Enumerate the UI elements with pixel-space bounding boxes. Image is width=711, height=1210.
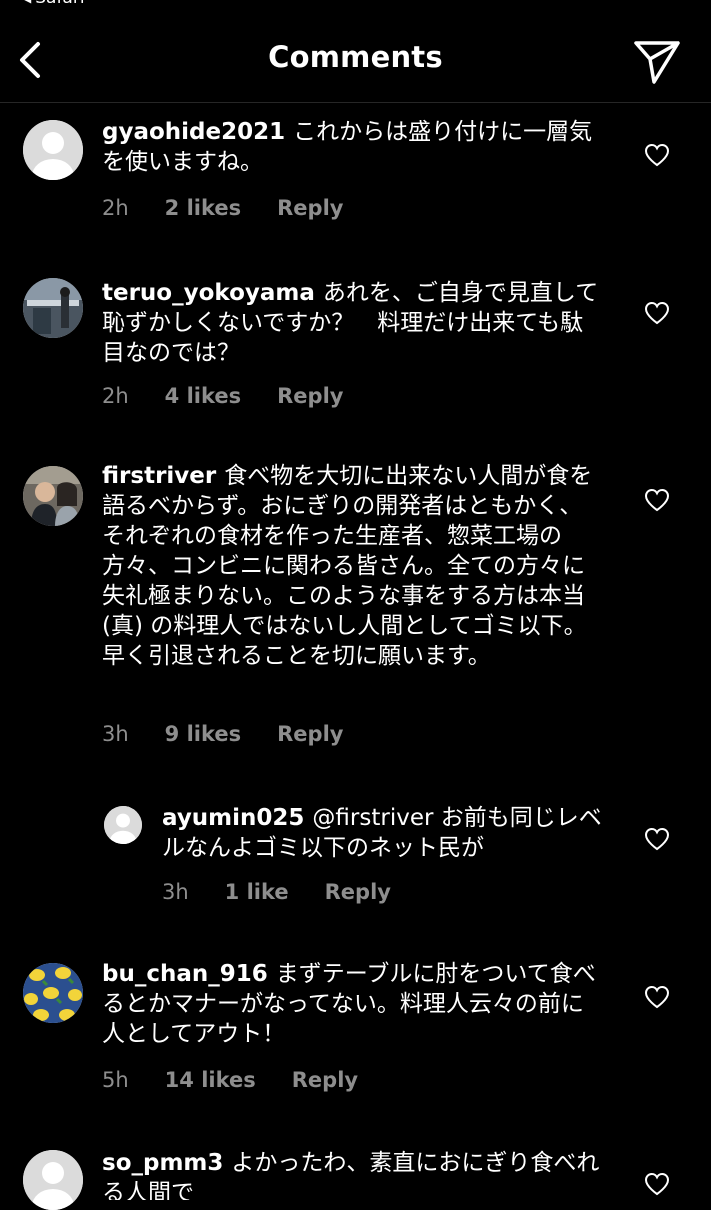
reply-button[interactable]: Reply bbox=[277, 722, 343, 746]
share-button[interactable] bbox=[632, 38, 682, 84]
heart-icon[interactable] bbox=[644, 827, 670, 851]
avatar[interactable] bbox=[23, 1150, 83, 1210]
comment-username[interactable]: so_pmm3 bbox=[102, 1150, 223, 1176]
reply-button[interactable]: Reply bbox=[277, 384, 343, 408]
comment-meta: 5h 14 likes Reply bbox=[102, 1068, 358, 1092]
comment-username[interactable]: ayumin025 bbox=[162, 805, 304, 831]
default-avatar-icon bbox=[23, 120, 83, 180]
comment-text-block: gyaohide2021 これからは盛り付けに一層気を使いますね。 bbox=[102, 117, 602, 177]
reply-button[interactable]: Reply bbox=[292, 1068, 358, 1092]
avatar[interactable] bbox=[23, 963, 83, 1023]
comment-text-block: teruo_yokoyama あれを、ご自身で見直して恥ずかしくないですか？ 料理… bbox=[102, 278, 602, 368]
header: Comments bbox=[0, 0, 711, 103]
comment-text-block: bu_chan_916 まずテーブルに肘をついて食べるとかマナーがなってない。料理… bbox=[102, 959, 602, 1049]
comment-body: 食べ物を大切に出来ない人間が食を語るべからず。おにぎりの開発者はともかく、それぞ… bbox=[102, 463, 593, 669]
reply-button[interactable]: Reply bbox=[325, 880, 391, 904]
comment-meta: 2h 4 likes Reply bbox=[102, 384, 343, 408]
comment-likes[interactable]: 14 likes bbox=[165, 1068, 256, 1092]
comment-text-block: ayumin025 @firstriver お前も同じレベルなんよゴミ以下のネット… bbox=[162, 803, 602, 863]
comment-username[interactable]: teruo_yokoyama bbox=[102, 280, 315, 306]
comment-likes[interactable]: 1 like bbox=[225, 880, 289, 904]
comment-username[interactable]: gyaohide2021 bbox=[102, 119, 285, 145]
avatar[interactable] bbox=[104, 806, 142, 844]
heart-icon[interactable] bbox=[644, 488, 670, 512]
comment-username[interactable]: bu_chan_916 bbox=[102, 961, 268, 987]
comment-time: 3h bbox=[102, 722, 129, 746]
heart-icon[interactable] bbox=[644, 301, 670, 325]
comment-meta: 2h 2 likes Reply bbox=[102, 196, 343, 220]
reply-button[interactable]: Reply bbox=[277, 196, 343, 220]
avatar[interactable] bbox=[23, 278, 83, 338]
comment-time: 2h bbox=[102, 196, 129, 220]
comment-likes[interactable]: 9 likes bbox=[165, 722, 241, 746]
page-title: Comments bbox=[268, 40, 443, 74]
photo-avatar-icon bbox=[23, 466, 83, 526]
comment-time: 5h bbox=[102, 1068, 129, 1092]
comment-text-block: so_pmm3 よかったわ、素直におにぎり食べれる人間で bbox=[102, 1148, 602, 1200]
heart-icon[interactable] bbox=[644, 143, 670, 167]
comment-username[interactable]: firstriver bbox=[102, 463, 216, 489]
comment-time: 3h bbox=[162, 880, 189, 904]
avatar[interactable] bbox=[23, 466, 83, 526]
paper-plane-icon bbox=[634, 41, 680, 84]
default-avatar-icon bbox=[23, 1150, 83, 1210]
default-avatar-icon bbox=[104, 806, 142, 844]
lemon-pattern-avatar-icon bbox=[23, 963, 83, 1023]
comment-meta: 3h 1 like Reply bbox=[162, 880, 391, 904]
avatar[interactable] bbox=[23, 120, 83, 180]
comment-meta: 3h 9 likes Reply bbox=[102, 722, 343, 746]
comment-time: 2h bbox=[102, 384, 129, 408]
heart-icon[interactable] bbox=[644, 985, 670, 1009]
heart-icon[interactable] bbox=[644, 1172, 670, 1196]
comment-text-block: firstriver 食べ物を大切に出来ない人間が食を語るべからず。おにぎりの開発… bbox=[102, 461, 602, 671]
comment-likes[interactable]: 4 likes bbox=[165, 384, 241, 408]
photo-avatar-icon bbox=[23, 278, 83, 338]
comment-likes[interactable]: 2 likes bbox=[165, 196, 241, 220]
